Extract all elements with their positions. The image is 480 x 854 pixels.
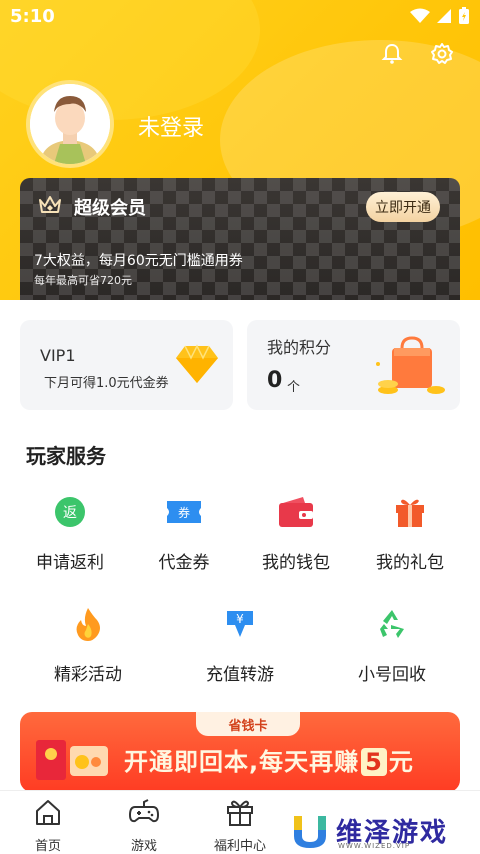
coupon-icon: 券: [167, 501, 201, 523]
wifi-icon: [410, 8, 430, 23]
settings-gear-icon[interactable]: [430, 42, 454, 66]
savings-card-tag: 省钱卡: [196, 712, 300, 736]
service-gift[interactable]: 我的礼包: [350, 490, 470, 573]
watermark: 维泽游戏 WWW.WIZED.VIP: [290, 808, 448, 852]
watermark-logo-icon: [294, 816, 326, 848]
gift-icon: [396, 499, 424, 527]
recharge-icon: ¥: [227, 611, 253, 637]
bell-icon[interactable]: [380, 42, 404, 66]
battery-icon: [459, 7, 469, 24]
svg-text:¥: ¥: [236, 612, 244, 626]
status-bar: 5:10: [0, 0, 480, 34]
vip-benefit-text: 7大权益，每月60元无门槛通用券: [34, 253, 243, 269]
service-account-recycle[interactable]: 小号回收: [332, 602, 452, 685]
points-unit: 个: [287, 380, 301, 395]
tab-home[interactable]: 首页: [8, 797, 88, 854]
tab-label: 游戏: [130, 839, 157, 854]
diamond-icon: [176, 344, 218, 383]
service-recharge-transfer[interactable]: ¥ 充值转游: [180, 602, 300, 685]
red-envelope-icon: [36, 740, 108, 780]
vip-saving-text: 每年最高可省720元: [34, 274, 132, 287]
avatar-portrait-icon: [30, 84, 110, 164]
tab-label: 福利中心: [213, 839, 266, 854]
rebate-icon: 返: [55, 497, 85, 527]
vip-level-card[interactable]: VIP1 下月可得1.0元代金券: [20, 320, 233, 410]
my-points-card[interactable]: 我的积分 0 个: [247, 320, 460, 410]
signal-icon: [437, 9, 451, 23]
vip-title: 超级会员: [74, 198, 146, 219]
svg-text:返: 返: [63, 505, 77, 521]
status-time: 5:10: [10, 6, 55, 27]
gamepad-icon: [128, 799, 160, 823]
crown-icon: [39, 196, 61, 213]
tab-label: 首页: [34, 839, 61, 854]
vip-level-desc: 下月可得1.0元代金券: [44, 376, 169, 391]
service-label: 申请返利: [36, 553, 104, 573]
svg-text:券: 券: [178, 505, 190, 520]
points-title: 我的积分: [267, 338, 332, 357]
service-coupon[interactable]: 券 代金券: [124, 490, 244, 573]
tab-games[interactable]: 游戏: [104, 797, 184, 854]
service-rebate[interactable]: 返 申请返利: [10, 490, 130, 573]
points-value: 0: [267, 368, 283, 393]
super-vip-card[interactable]: 超级会员 立即开通 7大权益，每月60元无门槛通用券 每年最高可省720元: [20, 178, 460, 300]
service-label: 我的礼包: [376, 553, 444, 573]
wallet-icon: [279, 497, 313, 527]
banner-text-after: 元: [388, 748, 414, 776]
fire-icon: [76, 608, 100, 641]
banner-headline: 开通即回本,每天再赚 5 元: [124, 742, 414, 777]
service-activity[interactable]: 精彩活动: [28, 602, 148, 685]
tab-welfare-center[interactable]: 福利中心: [200, 797, 280, 854]
shopping-bag-icon: [376, 336, 445, 394]
service-label: 我的钱包: [262, 553, 330, 573]
gift-box-icon: [227, 800, 253, 826]
service-label: 精彩活动: [54, 665, 122, 685]
service-wallet[interactable]: 我的钱包: [236, 490, 356, 573]
service-label: 代金券: [158, 553, 210, 573]
services-title: 玩家服务: [26, 444, 106, 468]
vip-level: VIP1: [40, 346, 76, 365]
banner-text-before: 开通即回本,每天再赚: [124, 748, 360, 776]
recycle-icon: [380, 610, 404, 638]
avatar[interactable]: [26, 80, 114, 168]
home-icon: [36, 800, 60, 825]
watermark-sub: WWW.WIZED.VIP: [338, 842, 411, 850]
service-label: 充值转游: [206, 665, 274, 685]
service-label: 小号回收: [358, 665, 426, 685]
login-status[interactable]: 未登录: [138, 110, 204, 142]
savings-card-banner[interactable]: 省钱卡 开通即回本,每天再赚 5 元: [20, 712, 460, 792]
open-vip-button[interactable]: 立即开通: [366, 192, 440, 222]
banner-number: 5: [361, 748, 387, 776]
